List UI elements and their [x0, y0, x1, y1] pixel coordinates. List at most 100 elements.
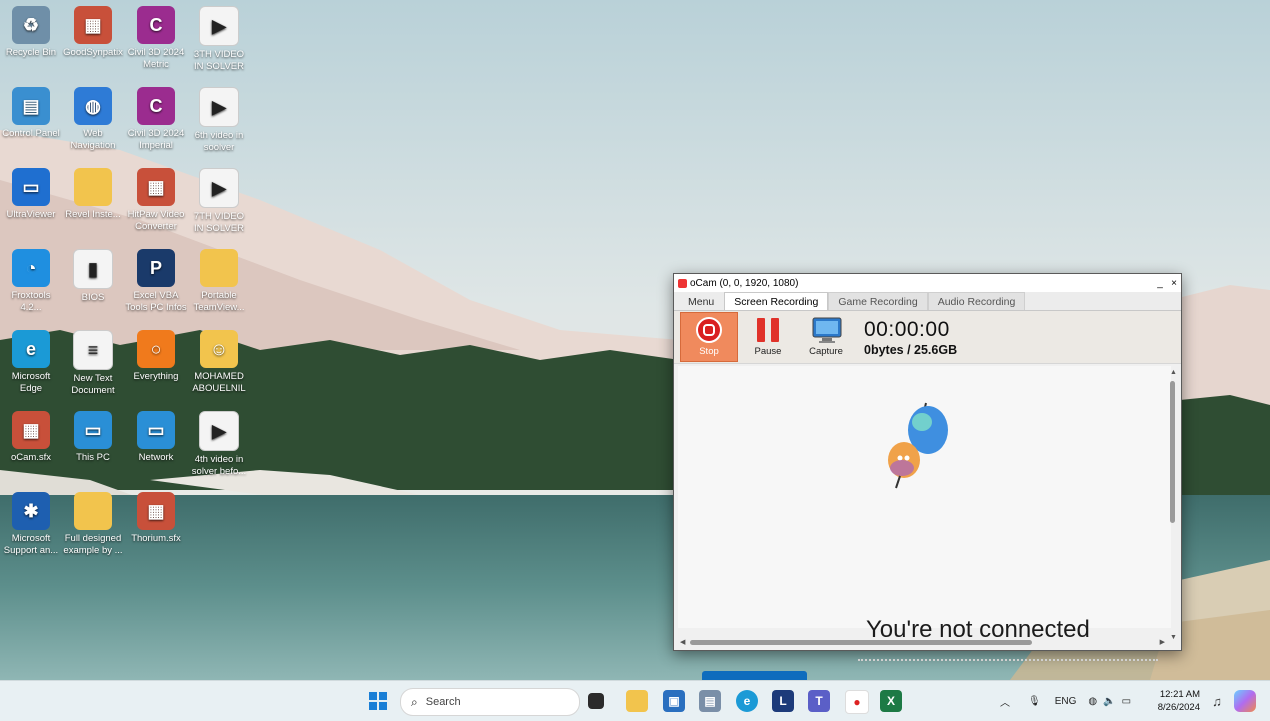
folder-icon: [74, 492, 112, 530]
desktop-icon[interactable]: ▮ BIOS: [62, 249, 124, 304]
tab-screen-recording[interactable]: Screen Recording: [724, 292, 829, 310]
desktop-icon[interactable]: ☺ MOHAMED ABOUELNIL: [188, 330, 250, 395]
desktop-icon[interactable]: e Microsoft Edge: [0, 330, 62, 395]
battery-icon[interactable]: ▭: [1122, 696, 1131, 707]
desktop-icon-label: Microsoft Edge: [11, 371, 51, 394]
desktop-icon[interactable]: ≡ New Text Document: [62, 330, 124, 397]
text-document-icon: ≡: [73, 330, 113, 370]
start-icon[interactable]: [367, 690, 389, 712]
desktop-icon[interactable]: ▶ 6th video in soolver: [188, 87, 250, 154]
desktop-icon[interactable]: ♻ Recycle Bin: [0, 6, 62, 59]
desktop-icon-label: 3TH VIDEO IN SOLVER: [193, 49, 245, 72]
pause-button[interactable]: Pause: [740, 313, 796, 361]
file-explorer-icon[interactable]: [626, 690, 648, 712]
desktop-icon[interactable]: ▶ 4th video in solver befo...: [188, 411, 250, 478]
tab-menu[interactable]: Menu: [678, 292, 724, 310]
scroll-right-icon[interactable]: ▶: [1160, 638, 1165, 646]
desktop-icon[interactable]: ▭ UltraViewer: [0, 168, 62, 221]
ocam-titlebar[interactable]: oCam (0, 0, 1920, 1080) _ ×: [674, 274, 1181, 292]
desktop-icon[interactable]: ▤ Control Panel: [0, 87, 62, 140]
clock-time: 12:21 AM: [1159, 689, 1200, 700]
vertical-scrollbar[interactable]: ▲ ▼: [1170, 369, 1177, 641]
search-icon: ⌕: [411, 694, 418, 709]
folder-icon: [74, 168, 112, 206]
remote-icon[interactable]: ▤: [699, 690, 721, 712]
tray-chevron-icon[interactable]: ︿: [1000, 694, 1010, 709]
disconnected-illustration: [876, 398, 956, 498]
task-view-icon[interactable]: [588, 693, 604, 709]
desktop-icon[interactable]: ▦ HitPaw Video Converter: [125, 168, 187, 233]
desktop-icon-label: Full designed example by ...: [63, 533, 123, 556]
desktop-icon[interactable]: C Civil 3D 2024 Imperial: [125, 87, 187, 152]
desktop-icon[interactable]: P Excel VBA Tools PC Infos: [125, 249, 187, 314]
monitor-capture-icon: [812, 316, 842, 344]
network-icon[interactable]: ◍: [1088, 696, 1097, 707]
stop-button[interactable]: Stop: [680, 312, 738, 362]
archive-icon: ▦: [137, 492, 175, 530]
taskbar-search[interactable]: ⌕ Search: [400, 688, 580, 716]
video-file-icon: ▶: [199, 6, 239, 46]
taskbar-clock[interactable]: 12:21 AM 8/26/2024: [1148, 688, 1200, 714]
horizontal-scrollbar[interactable]: ◀ ▶: [680, 638, 1165, 646]
desktop-icon[interactable]: Portable TeamView...: [188, 249, 250, 314]
teams-icon[interactable]: T: [808, 690, 830, 712]
ocam-icon[interactable]: ●: [845, 690, 869, 714]
document-icon: ▮: [73, 249, 113, 289]
desktop-icon[interactable]: C Civil 3D 2024 Metric: [125, 6, 187, 71]
desktop-icon[interactable]: ▶ 7TH VIDEO IN SOLVER: [188, 168, 250, 235]
desktop-icon-label: HitPaw Video Converter: [127, 209, 185, 232]
desktop-icon[interactable]: ▭ This PC: [62, 411, 124, 464]
desktop-icon-label: Revel Inste...: [65, 209, 121, 220]
tab-audio-recording[interactable]: Audio Recording: [927, 292, 1026, 310]
recording-timer: 00:00:00: [864, 317, 950, 341]
scroll-down-icon[interactable]: ▼: [1170, 634, 1177, 641]
language-indicator[interactable]: ENG: [1055, 696, 1077, 707]
l-app-icon[interactable]: L: [772, 690, 794, 712]
volume-icon[interactable]: 🔈: [1103, 696, 1115, 707]
desktop-icon[interactable]: ▦ oCam.sfx: [0, 411, 62, 464]
system-tray: ︿ 🎙 ENG ◍ 🔈 ▭: [1000, 681, 1131, 721]
desktop-icon[interactable]: ▦ Thorium.sfx: [125, 492, 187, 545]
desktop-icon[interactable]: ◔ Froxtools 4.2...: [0, 249, 62, 314]
scroll-up-icon[interactable]: ▲: [1170, 369, 1177, 376]
taskbar: ⌕ Search ▣ ▤ e L T ● X ︿ 🎙 ENG ◍ 🔈 ▭ 12:…: [0, 680, 1270, 721]
faint-subtext-line: [858, 659, 1158, 664]
desktop-icon[interactable]: ▶ 3TH VIDEO IN SOLVER: [188, 6, 250, 73]
tab-game-recording[interactable]: Game Recording: [828, 292, 928, 310]
notification-bell-icon[interactable]: ♫: [1206, 690, 1228, 712]
excel-icon[interactable]: X: [880, 690, 902, 712]
desktop-icon[interactable]: Revel Inste...: [62, 168, 124, 221]
desktop-icon[interactable]: Full designed example by ...: [62, 492, 124, 557]
horizontal-scroll-thumb[interactable]: [690, 640, 1032, 645]
close-button[interactable]: ×: [1167, 278, 1181, 289]
recycle-bin-icon: ♻: [12, 6, 50, 44]
civil3d-icon: C: [137, 6, 175, 44]
desktop-icon[interactable]: ◍ Web Navigation: [62, 87, 124, 152]
recording-status: 00:00:00 0bytes / 25.6GB: [864, 318, 957, 357]
desktop-icon-label: Froxtools 4.2...: [11, 290, 51, 313]
ultraviewer-icon: ▭: [12, 168, 50, 206]
desktop-icon[interactable]: ○ Everything: [125, 330, 187, 383]
store-icon[interactable]: ▣: [663, 690, 685, 712]
capture-button[interactable]: Capture: [798, 313, 854, 361]
desktop-icon[interactable]: ▦ GoodSynpatix: [62, 6, 124, 59]
vertical-scroll-thumb[interactable]: [1170, 381, 1175, 523]
desktop-icon-label: Control Panel: [2, 128, 60, 139]
desktop-icon-label: GoodSynpatix: [63, 47, 123, 58]
edge-icon[interactable]: e: [736, 690, 758, 712]
copilot-icon[interactable]: [1234, 690, 1256, 712]
support-icon: ✱: [12, 492, 50, 530]
desktop-icon-label: This PC: [76, 452, 110, 463]
desktop-icon-label: 7TH VIDEO IN SOLVER: [193, 211, 245, 234]
desktop-icon-label: 4th video in solver befo...: [191, 454, 247, 477]
desktop-icon[interactable]: ▭ Network: [125, 411, 187, 464]
desktop-icon-label: Recycle Bin: [5, 47, 57, 58]
desktop-icon-label: MOHAMED ABOUELNIL: [192, 371, 246, 394]
ocam-tabs: Menu Screen Recording Game Recording Aud…: [674, 292, 1181, 311]
scroll-left-icon[interactable]: ◀: [680, 638, 685, 646]
monitor-icon: ▭: [74, 411, 112, 449]
desktop-icon[interactable]: ✱ Microsoft Support an...: [0, 492, 62, 557]
desktop-icon-label: oCam.sfx: [10, 452, 52, 463]
microphone-icon[interactable]: 🎙: [1028, 696, 1041, 707]
minimize-button[interactable]: _: [1153, 278, 1167, 289]
